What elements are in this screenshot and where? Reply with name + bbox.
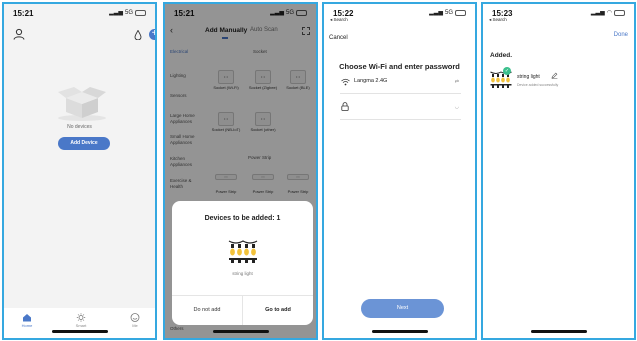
- string-light-icon: [228, 240, 258, 263]
- wifi-ssid-field[interactable]: Langma 2.4G: [354, 78, 387, 84]
- devices-to-add-dialog: Devices to be added: 1 string light Do n…: [172, 201, 313, 325]
- switch-network-icon[interactable]: ⇄: [455, 79, 459, 85]
- droplet-icon[interactable]: [134, 30, 142, 40]
- signal-icon: ▂▃▅: [109, 10, 123, 16]
- wifi-setup-screen: 15:22 ◂ Search ▂▃▅ 5G Cancel Choose Wi-F…: [322, 2, 477, 340]
- bottom-tab-bar: Home Smart Me: [4, 308, 155, 338]
- battery-icon: [455, 9, 466, 16]
- tab-home-label: Home: [21, 323, 33, 328]
- home-indicator: [530, 330, 587, 333]
- device-name: string light: [517, 74, 540, 80]
- status-text: Device added successfully: [517, 83, 559, 87]
- signal-icon: ▂▃▅: [429, 10, 443, 16]
- page-title: Choose Wi-Fi and enter password: [339, 62, 460, 71]
- battery-icon: [135, 9, 146, 16]
- tab-me-label: Me: [132, 323, 138, 328]
- go-to-add-button[interactable]: Go to add: [243, 297, 313, 323]
- back-to-search[interactable]: ◂ Search: [489, 17, 507, 23]
- edit-pencil-icon[interactable]: [551, 72, 558, 79]
- back-to-search[interactable]: ◂ Search: [330, 17, 348, 23]
- me-icon: [130, 313, 140, 322]
- status-bar: 15:21 ▂▃▅ 5G: [4, 4, 155, 22]
- network-label: 5G: [444, 9, 453, 16]
- wifi-status-icon: ◠: [606, 10, 612, 16]
- next-button[interactable]: Next: [361, 299, 444, 318]
- do-not-add-button[interactable]: Do not add: [172, 297, 242, 323]
- eye-closed-icon[interactable]: ◡: [455, 104, 459, 110]
- wifi-icon: [341, 78, 350, 86]
- status-signal: ▂▃▅ 5G: [429, 9, 466, 16]
- signal-icon: ▂▃▅: [590, 10, 605, 16]
- battery-icon: [614, 9, 625, 16]
- ssid-underline: [340, 93, 461, 94]
- empty-state-text: No devices: [67, 124, 92, 130]
- home-indicator: [212, 330, 269, 333]
- tab-smart[interactable]: Smart: [66, 313, 96, 328]
- lock-icon: [341, 102, 349, 111]
- dialog-device-name: string light: [232, 271, 253, 276]
- dialog-title: Devices to be added: 1: [204, 215, 281, 222]
- tab-smart-label: Smart: [75, 323, 87, 328]
- success-check-icon: ✓: [503, 67, 511, 75]
- status-time: 15:21: [13, 9, 34, 18]
- profile-icon[interactable]: [13, 28, 25, 40]
- home-icon: [23, 314, 31, 322]
- sun-icon: [76, 313, 86, 322]
- password-field[interactable]: [340, 119, 461, 120]
- done-button[interactable]: Done: [614, 32, 628, 38]
- status-bar: 15:23 ◂ Search ▂▃▅ ◠: [483, 4, 634, 22]
- tab-me[interactable]: Me: [120, 313, 150, 328]
- empty-box-icon: [58, 87, 106, 121]
- tab-home[interactable]: Home: [12, 313, 42, 328]
- home-indicator: [371, 330, 428, 333]
- add-device-button[interactable]: Add Device: [58, 137, 110, 150]
- home-screen: 15:21 ▂▃▅ 5G + No devices Add Device Hom…: [2, 2, 157, 340]
- cancel-button[interactable]: Cancel: [329, 35, 348, 41]
- network-label: 5G: [124, 9, 133, 16]
- home-indicator: [51, 330, 108, 333]
- status-signal: ▂▃▅ 5G: [109, 9, 146, 16]
- device-added-screen: 15:23 ◂ Search ▂▃▅ ◠ Done Added. ✓ strin…: [481, 2, 636, 340]
- add-icon[interactable]: +: [149, 29, 155, 40]
- status-signal: ▂▃▅ ◠: [591, 9, 625, 16]
- add-device-screen: 15:21 ▂▃▅ 5G ‹ Add Manually Auto Scan El…: [163, 2, 318, 340]
- added-heading: Added.: [490, 52, 513, 59]
- status-bar: 15:22 ◂ Search ▂▃▅ 5G: [324, 4, 475, 22]
